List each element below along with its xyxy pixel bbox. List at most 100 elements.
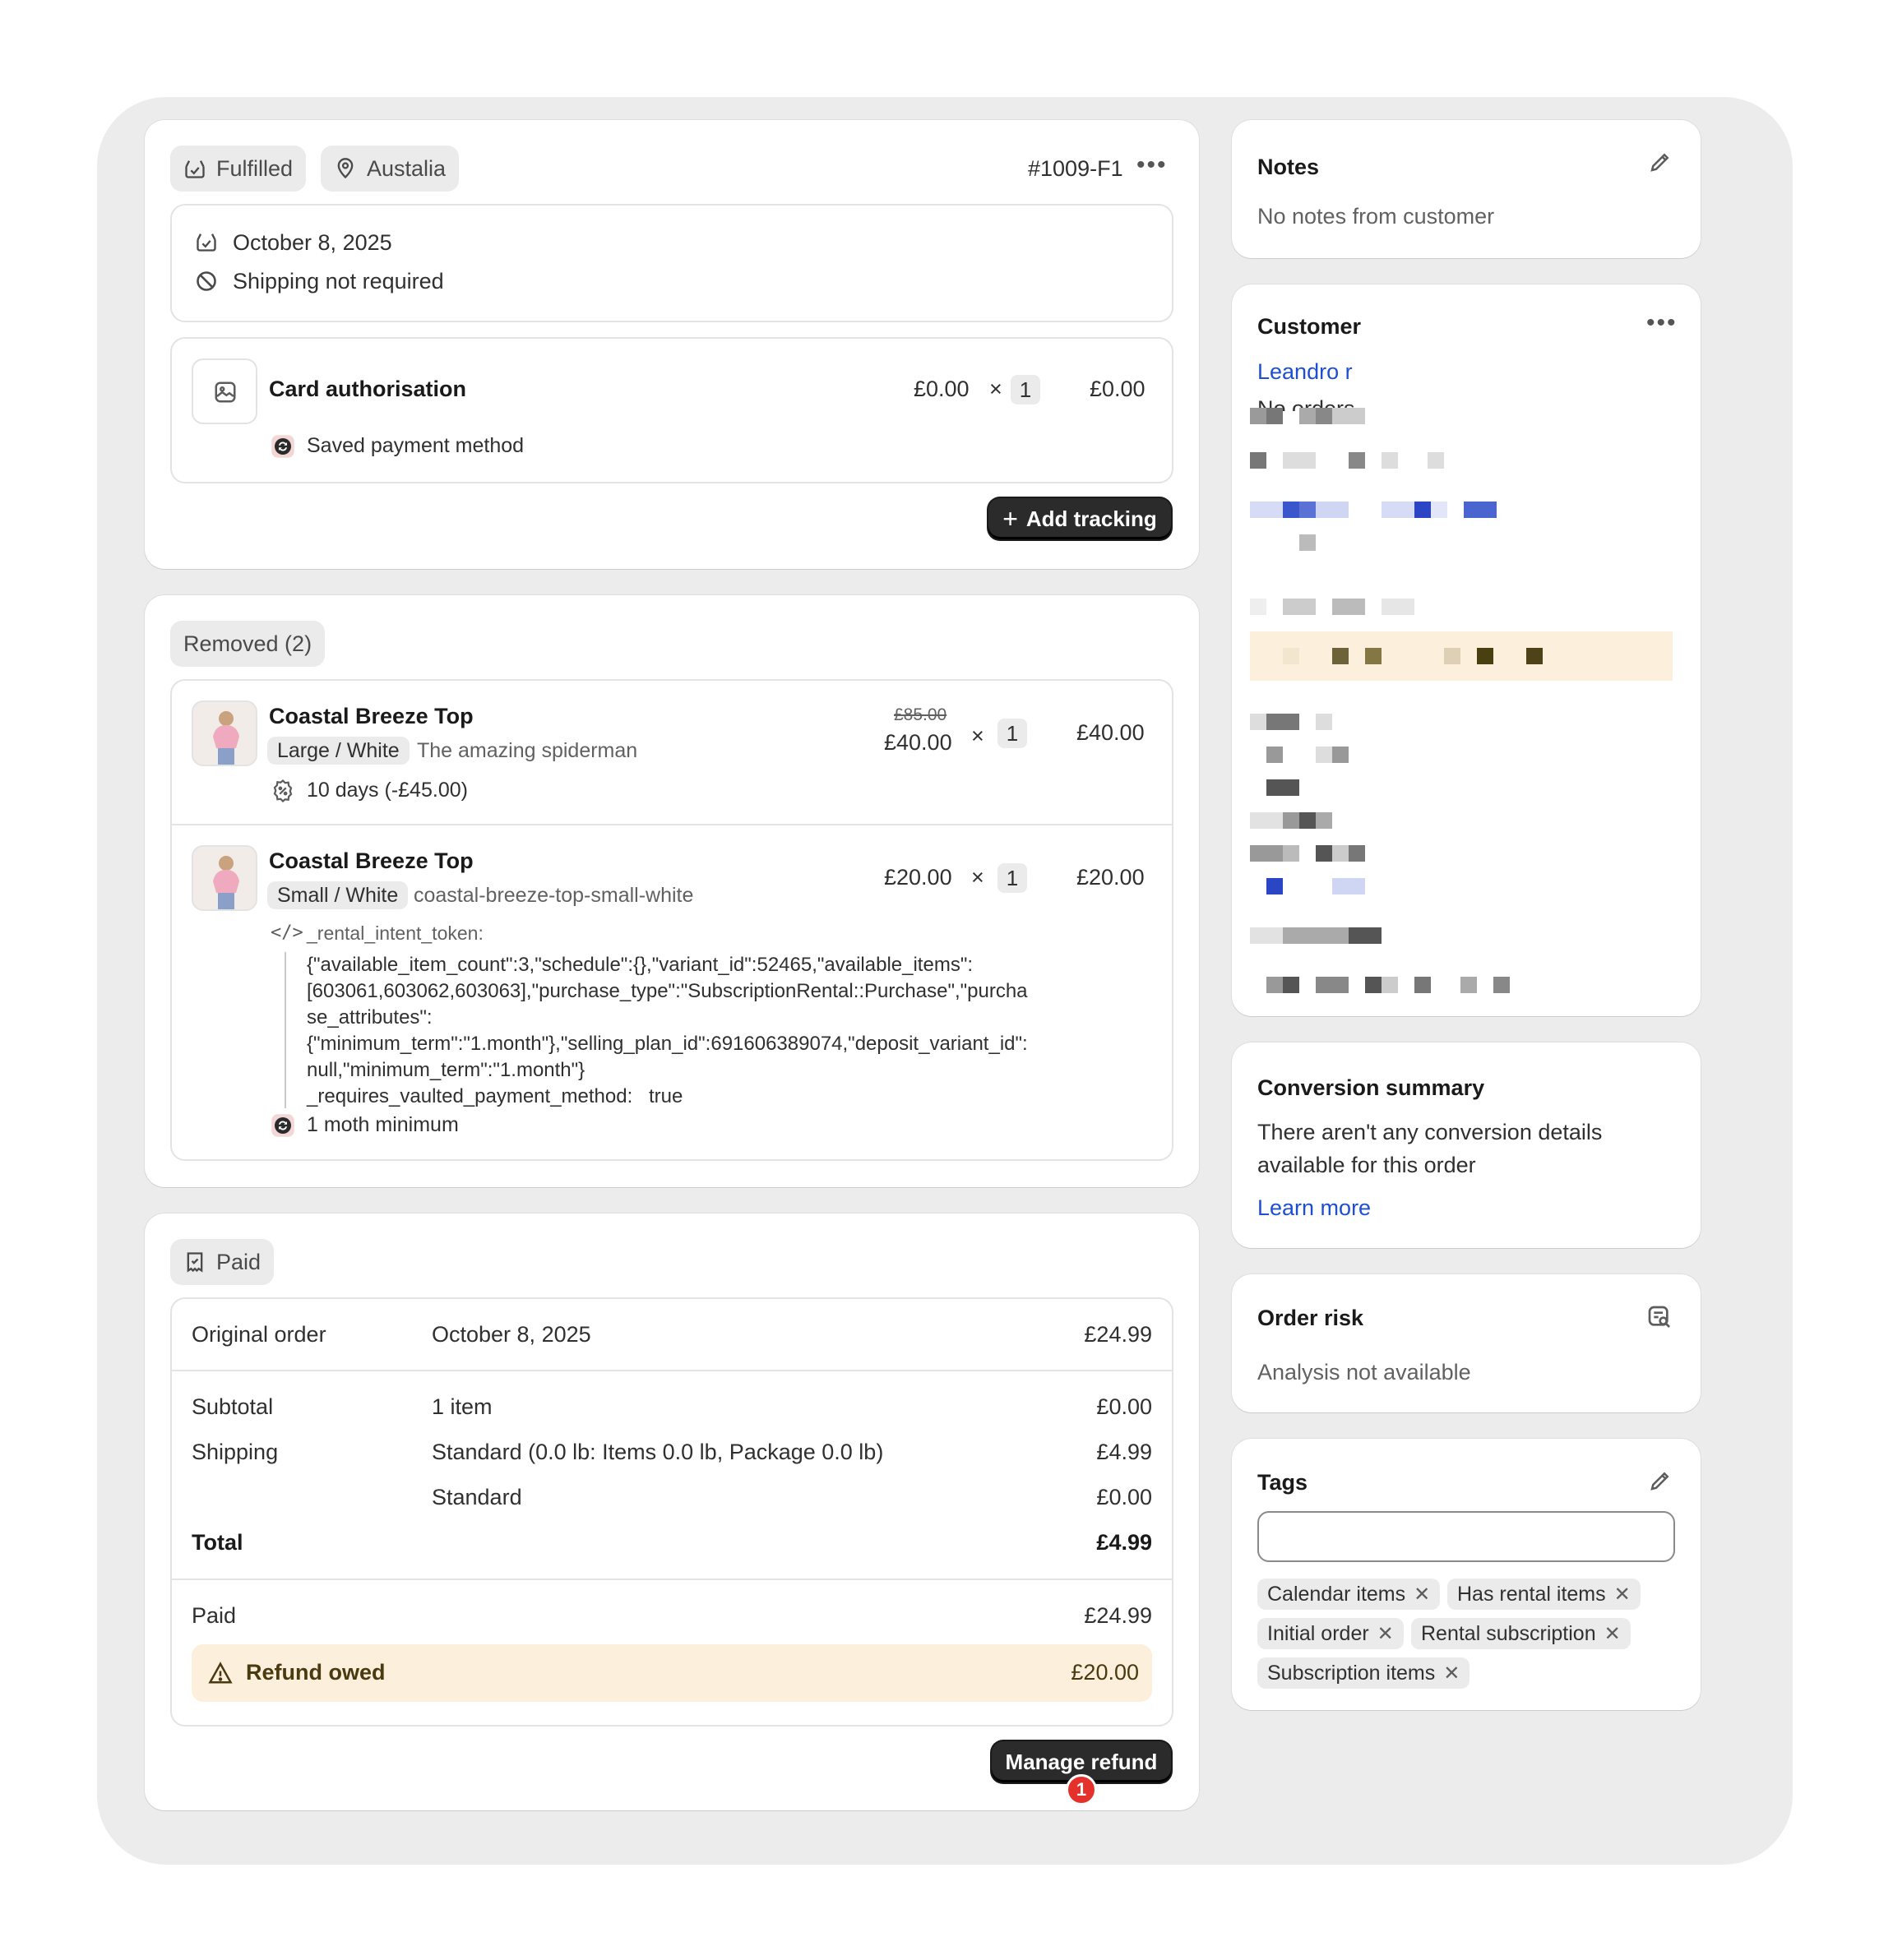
more-actions-icon[interactable]: •••	[1136, 151, 1168, 179]
card-auth-name: Card authorisation	[269, 377, 467, 401]
tag-label: Initial order	[1267, 1621, 1369, 1645]
subtotal-label: Subtotal	[192, 1394, 274, 1419]
property-value-line: {"minimum_term":"1.month"},"selling_plan…	[307, 1033, 1028, 1055]
item-divider	[172, 824, 1172, 825]
original-order-label: Original order	[192, 1322, 326, 1347]
item-variant: Small / White	[267, 881, 409, 909]
tag-chip: Initial order ✕	[1257, 1618, 1404, 1649]
remove-tag-icon[interactable]: ✕	[1443, 1662, 1460, 1685]
property-guide-line	[285, 952, 286, 1108]
card-auth-total: £0.00	[1090, 377, 1146, 401]
order-risk-body: Analysis not available	[1257, 1360, 1471, 1384]
customer-name-link[interactable]: Leandro r	[1257, 359, 1353, 385]
tags-card: Tags Calendar items ✕ Has rental items ✕…	[1232, 1439, 1701, 1710]
notes-card: Notes No notes from customer	[1232, 120, 1701, 258]
item-total: £20.00	[1076, 865, 1145, 890]
item-qty: 1	[997, 719, 1027, 748]
subscription-plan: 1 moth minimum	[307, 1113, 459, 1136]
conversion-body-line-2: available for this order	[1257, 1153, 1476, 1177]
product-thumbnail	[192, 845, 257, 911]
discount-icon	[273, 779, 293, 803]
tag-chip: Rental subscription ✕	[1411, 1618, 1631, 1649]
saved-payment-label: Saved payment method	[307, 434, 525, 457]
fulfilled-badge: Fulfilled	[170, 146, 307, 192]
learn-more-link[interactable]: Learn more	[1257, 1195, 1371, 1221]
customer-card: Customer ••• Leandro r No orders	[1232, 284, 1701, 1016]
edit-pencil-icon[interactable]	[1648, 150, 1673, 174]
item-total: £40.00	[1076, 720, 1145, 745]
warning-icon	[208, 1662, 233, 1684]
notes-title: Notes	[1257, 155, 1320, 179]
shipping-desc: Standard (0.0 lb: Items 0.0 lb, Package …	[432, 1440, 884, 1464]
fulfillment-id: #1009-F1	[1028, 156, 1123, 181]
tag-chip: Has rental items ✕	[1447, 1579, 1641, 1610]
saved-payment-icon	[271, 435, 294, 458]
payment-divider	[172, 1370, 1172, 1371]
subscription-plan-icon	[271, 1114, 294, 1137]
payment-divider	[172, 1579, 1172, 1580]
shipping-amount: £4.99	[1096, 1440, 1152, 1464]
fulfillment-card: Fulfilled Austalia #1009-F1 ••• October …	[145, 120, 1199, 569]
property-key: _requires_vaulted_payment_method:	[307, 1085, 633, 1107]
code-icon: </>	[271, 922, 303, 943]
fulfilled-icon	[185, 160, 205, 178]
payment-summary: Original order October 8, 2025 £24.99 Su…	[170, 1297, 1173, 1727]
conversion-body-line-1: There aren't any conversion details	[1257, 1120, 1603, 1144]
removed-badge: Removed (2)	[170, 621, 326, 667]
product-image	[193, 847, 256, 909]
location-badge: Austalia	[321, 146, 460, 192]
item-name[interactable]: Coastal Breeze Top	[269, 848, 474, 874]
receipt-icon	[187, 1252, 203, 1273]
property-value-line: {"available_item_count":3,"schedule":{},…	[307, 954, 973, 976]
total-amount: £4.99	[1096, 1530, 1152, 1555]
tags-title: Tags	[1257, 1470, 1308, 1495]
tag-chip: Subscription items ✕	[1257, 1657, 1470, 1689]
order-risk-card: Order risk Analysis not available	[1232, 1274, 1701, 1412]
shipping-label: Shipping	[192, 1440, 279, 1464]
refund-owed-label: Refund owed	[246, 1660, 386, 1685]
remove-tag-icon[interactable]: ✕	[1377, 1622, 1394, 1646]
customer-title: Customer	[1257, 314, 1362, 339]
payment-card: Paid Original order October 8, 2025 £24.…	[145, 1213, 1199, 1810]
tags-input[interactable]	[1257, 1511, 1675, 1562]
remove-tag-icon[interactable]: ✕	[1414, 1583, 1430, 1606]
plus-icon: +	[1002, 504, 1018, 534]
risk-analysis-icon[interactable]	[1646, 1304, 1673, 1330]
removed-title: Removed (2)	[183, 631, 312, 656]
card-auth-thumbnail	[192, 358, 257, 424]
paid-label: Paid	[216, 1249, 262, 1274]
fulfillment-date: October 8, 2025	[233, 230, 392, 255]
item-times: ×	[971, 723, 984, 748]
fulfillment-info-box: October 8, 2025 Shipping not required	[170, 204, 1173, 322]
notification-badge-count: 1	[1076, 1779, 1087, 1800]
tag-label: Calendar items	[1267, 1582, 1406, 1606]
item-times: ×	[971, 865, 984, 890]
more-actions-icon[interactable]: •••	[1646, 309, 1678, 337]
notification-badge: 1	[1066, 1774, 1097, 1805]
order-risk-title: Order risk	[1257, 1306, 1364, 1330]
remove-tag-icon[interactable]: ✕	[1614, 1583, 1631, 1606]
fulfilled-label: Fulfilled	[216, 155, 294, 181]
remove-tag-icon[interactable]: ✕	[1604, 1622, 1621, 1646]
product-thumbnail	[192, 700, 257, 766]
item-variant: Large / White	[267, 737, 410, 765]
shipping-line-desc: Standard	[432, 1485, 522, 1509]
paid-amount: £24.99	[1084, 1603, 1152, 1628]
tag-chip: Calendar items ✕	[1257, 1579, 1441, 1610]
fulfillment-line-item: Card authorisation £0.00 × 1 £0.00 Saved…	[170, 337, 1173, 483]
conversion-title: Conversion summary	[1257, 1075, 1485, 1100]
add-tracking-label: Add tracking	[1025, 506, 1157, 531]
item-name[interactable]: Coastal Breeze Top	[269, 704, 474, 729]
item-old-price: £85.00	[894, 705, 947, 724]
no-shipping-icon	[197, 271, 216, 291]
edit-pencil-icon[interactable]	[1648, 1468, 1673, 1493]
tag-label: Rental subscription	[1421, 1621, 1596, 1645]
product-image	[193, 702, 256, 765]
card-auth-times: ×	[989, 377, 1002, 401]
image-placeholder-icon	[215, 381, 236, 403]
original-order-amount: £24.99	[1084, 1322, 1152, 1347]
item-price: £20.00	[884, 865, 952, 890]
add-tracking-button[interactable]: + Add tracking	[988, 498, 1171, 539]
refund-owed-banner: Refund owed £20.00	[192, 1644, 1152, 1702]
tag-label: Subscription items	[1267, 1661, 1436, 1685]
